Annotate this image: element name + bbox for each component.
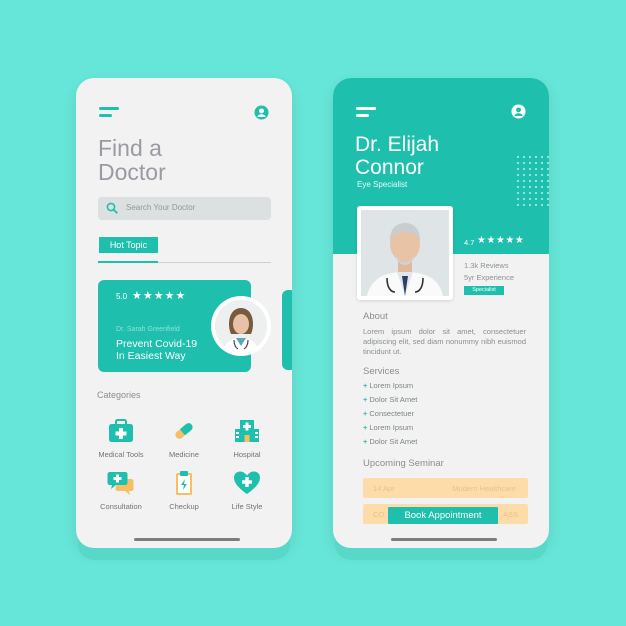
home-indicator [134, 538, 240, 541]
seminar-item[interactable]: 14 Apr Modern Healthcare [363, 478, 528, 498]
category-medicine[interactable]: Medicine [153, 418, 215, 459]
about-text: Lorem ipsum dolor sit amet, consectetuer… [363, 327, 526, 356]
service-item: + Dolor Sit Amet [363, 395, 418, 404]
category-consultation[interactable]: Consultation [90, 470, 152, 511]
find-doctor-screen: Find a Doctor Search Your Doctor Hot Top… [76, 78, 292, 548]
doctor-photo [357, 206, 453, 300]
doctor-name: Dr. Elijah Connor [355, 133, 440, 179]
page-title: Find a Doctor [98, 135, 166, 185]
doctor-rating: 4.7 [464, 238, 475, 247]
service-item: + Lorem Ipsum [363, 381, 414, 390]
seminar-title: ASS [502, 510, 518, 519]
categories-heading: Categories [97, 390, 141, 400]
seminar-date: 14 Apr [373, 484, 395, 493]
specialist-badge: Specialist [464, 286, 504, 295]
home-indicator [391, 538, 497, 541]
chat-bubbles-icon [107, 470, 135, 496]
pill-icon [170, 418, 198, 444]
category-checkup[interactable]: Checkup [153, 470, 215, 511]
dot-pattern [515, 154, 549, 206]
female-doctor-photo [215, 300, 267, 352]
search-placeholder: Search Your Doctor [126, 203, 196, 212]
medical-kit-icon [107, 418, 135, 444]
search-icon [106, 202, 118, 214]
user-icon[interactable] [254, 105, 269, 120]
experience: 5yr Experience [464, 273, 515, 282]
tab-hot-topic[interactable]: Hot Topic [99, 237, 158, 253]
category-hospital[interactable]: Hospital [216, 418, 278, 459]
seminar-title: Modern Healthcare [452, 484, 516, 493]
services-heading: Services [363, 366, 400, 377]
star-rating-icon: ★★★★★ [477, 235, 525, 246]
doctor-specialty: Eye Specialist [357, 180, 408, 189]
category-medical-tools[interactable]: Medical Tools [90, 418, 152, 459]
service-item: + Lorem Ipsum [363, 423, 414, 432]
doctor-avatar [211, 296, 271, 356]
service-item: + Dolor Sit Amet [363, 437, 418, 446]
star-rating-icon: ★★★★★ [132, 290, 187, 302]
menu-icon[interactable] [99, 107, 121, 119]
active-tab-indicator [98, 261, 158, 263]
hot-topic-card[interactable]: 5.0 ★★★★★ Dr. Sarah Greenfield Prevent C… [98, 280, 271, 372]
seminar-date: CO [373, 510, 385, 519]
card-doctor-name: Dr. Sarah Greenfield [116, 326, 180, 333]
category-life-style[interactable]: Life Style [216, 470, 278, 511]
card-rating: 5.0 [116, 292, 128, 301]
seminar-heading: Upcoming Seminar [363, 458, 444, 469]
search-input[interactable]: Search Your Doctor [98, 197, 271, 220]
male-doctor-photo [361, 210, 449, 296]
about-heading: About [363, 311, 388, 322]
book-appointment-button[interactable]: Book Appointment [388, 507, 498, 524]
hospital-icon [233, 418, 261, 444]
menu-icon[interactable] [356, 107, 378, 119]
card-headline: Prevent Covid-19 In Easiest Way [116, 338, 198, 362]
doctor-profile-screen: Dr. Elijah Connor Eye Specialist 4.7 ★★★… [333, 78, 549, 548]
review-count: 1.3k Reviews [464, 261, 509, 270]
service-item: + Consectetuer [363, 409, 414, 418]
clipboard-icon [170, 470, 198, 496]
heart-plus-icon [233, 470, 261, 496]
next-card-preview[interactable] [282, 290, 292, 370]
user-icon[interactable] [511, 104, 526, 119]
